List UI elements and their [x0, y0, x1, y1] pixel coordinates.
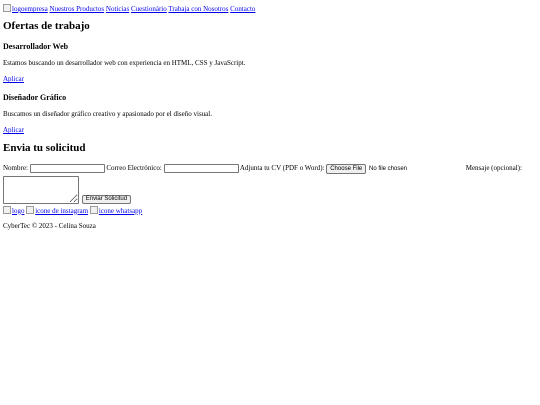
- job-description: Buscamos un diseñador gráfico creativo y…: [3, 110, 212, 118]
- application-form: Nombre: Correo Electrónico: Adjunta tu C…: [3, 163, 537, 204]
- footer-icons: logo icone de instagram icone whatsapp: [3, 206, 537, 216]
- nav-link-noticias[interactable]: Noticias: [106, 5, 129, 13]
- company-logo-link[interactable]: logoempresa: [3, 5, 48, 13]
- nav-link-cuestionario[interactable]: Cuestionário: [131, 5, 167, 13]
- email-label: Correo Electrónico:: [106, 164, 162, 172]
- job-description: Estamos buscando un desarrollador web co…: [3, 59, 246, 67]
- file-status: No file chosen: [368, 165, 408, 172]
- email-input[interactable]: [163, 163, 239, 173]
- nav-link-contacto[interactable]: Contacto: [230, 5, 255, 13]
- cv-label: Adjunta tu CV (PDF o Word):: [239, 164, 325, 172]
- cv-file-input[interactable]: Choose File No file chosen: [326, 163, 428, 174]
- jobs-title: Ofertas de trabajo: [3, 20, 90, 32]
- copyright-text: CyberTec © 2023 - Celina Souza: [3, 221, 96, 230]
- form-title: Envia tu solicitud: [3, 142, 86, 154]
- name-label: Nombre:: [3, 164, 28, 172]
- submit-button[interactable]: Enviar Solicitud: [81, 194, 132, 204]
- footer-logo-link[interactable]: logo: [3, 207, 24, 215]
- apply-link[interactable]: Aplicar: [3, 126, 24, 134]
- top-nav: logoempresa Nuestros Productos Noticias …: [3, 4, 537, 14]
- nav-link-trabaja[interactable]: Trabaja con Nosotros: [168, 5, 228, 13]
- job-title: Desarrollador Web: [3, 42, 69, 51]
- instagram-icon[interactable]: icone de instagram: [26, 207, 88, 215]
- choose-file-button[interactable]: Choose File: [326, 163, 367, 174]
- name-input[interactable]: [29, 163, 105, 173]
- whatsapp-icon[interactable]: icone whatsapp: [90, 207, 142, 215]
- nav-link-productos[interactable]: Nuestros Productos: [50, 5, 105, 13]
- job-offer: Desarrollador Web Estamos buscando un de…: [3, 42, 537, 84]
- job-offer: Diseñador Gráfico Buscamos un diseñador …: [3, 93, 537, 135]
- message-textarea[interactable]: [3, 175, 79, 204]
- page: logoempresa Nuestros Productos Noticias …: [0, 0, 540, 231]
- message-label: Mensaje (opcional):: [465, 164, 522, 172]
- apply-link[interactable]: Aplicar: [3, 75, 24, 83]
- job-title: Diseñador Gráfico: [3, 93, 67, 102]
